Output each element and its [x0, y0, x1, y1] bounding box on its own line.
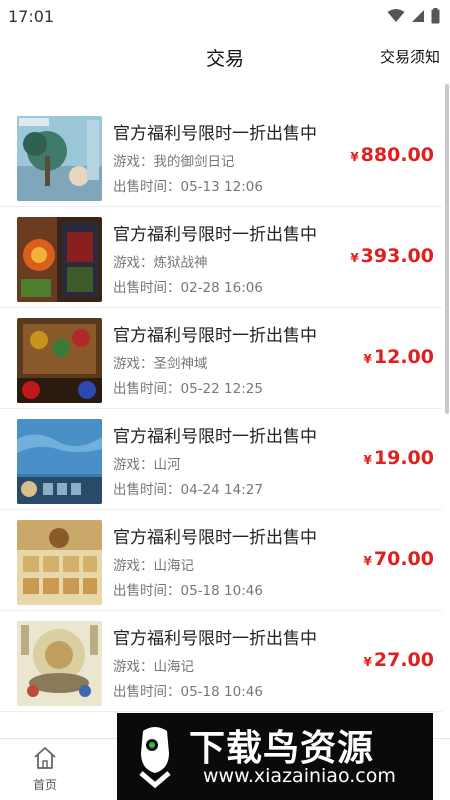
listing-title: 官方福利号限时一折出售中	[113, 427, 317, 447]
price-value: 393.00	[360, 245, 434, 267]
listing-title: 官方福利号限时一折出售中	[113, 225, 317, 245]
watermark-brand: 下载鸟资源	[189, 728, 375, 769]
listing-price: ¥70.00	[364, 548, 434, 570]
listing-game: 游戏：山海记	[113, 659, 194, 675]
listing-game: 游戏：炼狱战神	[113, 255, 208, 271]
status-time: 17:01	[8, 6, 55, 26]
watermark: 下载鸟资源 www.xiazainiao.com	[117, 713, 433, 800]
home-icon	[20, 745, 70, 771]
signal-icon	[411, 9, 425, 23]
listing-title: 官方福利号限时一折出售中	[113, 629, 317, 649]
bird-logo-icon	[129, 723, 181, 793]
currency-symbol: ¥	[350, 251, 359, 265]
status-bar: 17:01	[0, 0, 450, 32]
game-thumbnail	[17, 116, 102, 201]
listing-price: ¥393.00	[350, 245, 434, 267]
listing-time: 出售时间：04-24 14:27	[113, 482, 263, 498]
nav-home[interactable]: 首页	[20, 745, 70, 793]
listing-price: ¥27.00	[364, 649, 434, 671]
currency-symbol: ¥	[363, 655, 372, 669]
listing-price: ¥12.00	[364, 346, 434, 368]
price-value: 19.00	[373, 447, 434, 469]
listing-game: 游戏：我的御剑日记	[113, 154, 235, 170]
list-item[interactable]: 官方福利号限时一折出售中 游戏：我的御剑日记 出售时间：05-13 12:06 …	[0, 106, 442, 207]
game-thumbnail	[17, 621, 102, 706]
listing-game: 游戏：圣剑神域	[113, 356, 208, 372]
game-thumbnail	[17, 520, 102, 605]
listing-time: 出售时间：05-22 12:25	[113, 381, 263, 397]
listing-title: 官方福利号限时一折出售中	[113, 528, 317, 548]
battery-icon	[431, 8, 440, 24]
listing-time: 出售时间：05-18 10:46	[113, 684, 263, 700]
list-item[interactable]: 官方福利号限时一折出售中 游戏：圣剑神域 出售时间：05-22 12:25 ¥1…	[0, 308, 442, 409]
game-thumbnail	[17, 419, 102, 504]
currency-symbol: ¥	[363, 453, 372, 467]
list-item[interactable]: 官方福利号限时一折出售中 游戏：山海记 出售时间：05-18 10:46 ¥70…	[0, 510, 442, 611]
wifi-icon	[387, 9, 405, 23]
header: 交易 交易须知	[0, 32, 450, 82]
listing-time: 出售时间：02-28 16:06	[113, 280, 263, 296]
listing-list: 官方福利号限时一折出售中 游戏：我的御剑日记 出售时间：05-13 12:06 …	[0, 106, 442, 752]
currency-symbol: ¥	[363, 352, 372, 366]
scrollbar[interactable]	[445, 84, 449, 414]
currency-symbol: ¥	[363, 554, 372, 568]
price-value: 12.00	[373, 346, 434, 368]
price-value: 27.00	[373, 649, 434, 671]
price-value: 880.00	[360, 144, 434, 166]
nav-home-label: 首页	[32, 778, 57, 792]
price-value: 70.00	[373, 548, 434, 570]
game-thumbnail	[17, 318, 102, 403]
currency-symbol: ¥	[350, 150, 359, 164]
game-thumbnail	[17, 217, 102, 302]
listing-title: 官方福利号限时一折出售中	[113, 326, 317, 346]
listing-title: 官方福利号限时一折出售中	[113, 124, 317, 144]
listing-time: 出售时间：05-13 12:06	[113, 179, 263, 195]
list-item[interactable]: 官方福利号限时一折出售中 游戏：炼狱战神 出售时间：02-28 16:06 ¥3…	[0, 207, 442, 308]
list-item[interactable]: 官方福利号限时一折出售中 游戏：山河 出售时间：04-24 14:27 ¥19.…	[0, 409, 442, 510]
listing-time: 出售时间：05-18 10:46	[113, 583, 263, 599]
trade-notice-link[interactable]: 交易须知	[380, 46, 440, 67]
watermark-url: www.xiazainiao.com	[203, 765, 396, 787]
list-item[interactable]: 官方福利号限时一折出售中 游戏：山海记 出售时间：05-18 10:46 ¥27…	[0, 611, 442, 712]
status-icons	[387, 8, 440, 24]
listing-game: 游戏：山海记	[113, 558, 194, 574]
listing-price: ¥19.00	[364, 447, 434, 469]
listing-game: 游戏：山河	[113, 457, 181, 473]
listing-price: ¥880.00	[350, 144, 434, 166]
